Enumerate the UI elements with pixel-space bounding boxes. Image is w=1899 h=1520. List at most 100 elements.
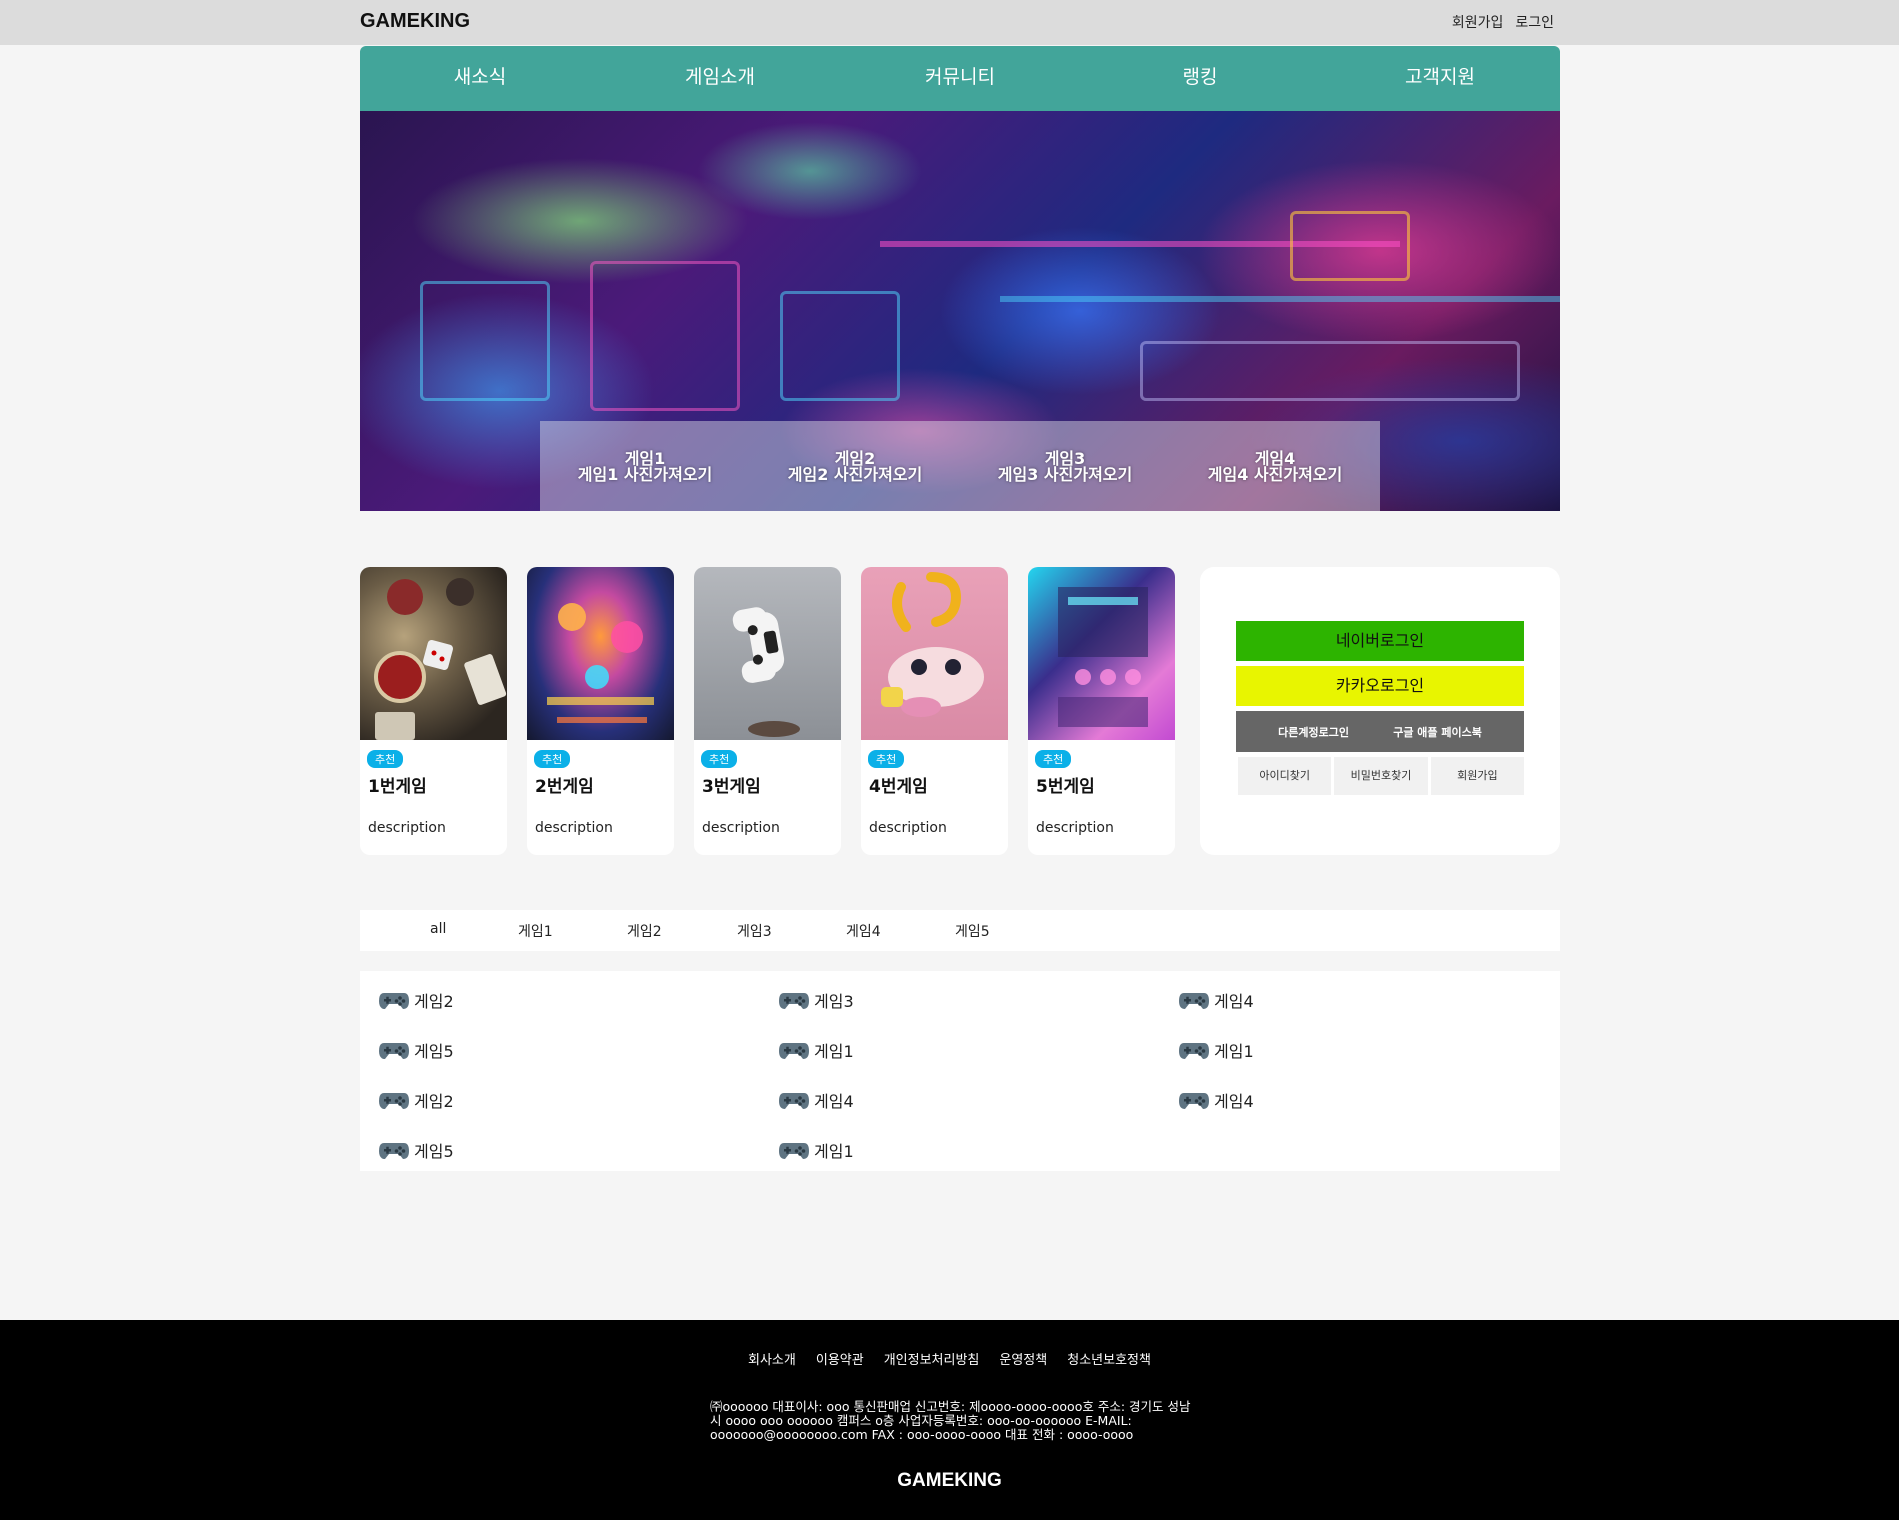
account-help-row: 아이디찾기 비밀번호찾기 회원가입 [1238,757,1524,795]
hero-caption[interactable]: 게임2 게임2 사진가져오기 [750,421,960,511]
list-item-label: 게임4 [1214,1092,1254,1111]
list-item-label: 게임1 [1214,1042,1254,1061]
list-item-label: 게임4 [1214,992,1254,1011]
hero-caption-sub: 게임2 사진가져오기 [787,465,923,484]
game-card-description: description [368,820,446,836]
hero-decoration [590,261,740,411]
list-item[interactable]: 게임1 [778,1038,854,1062]
gamepad-icon [779,1143,809,1159]
signup-button[interactable]: 회원가입 [1430,757,1524,795]
nav-item-news[interactable]: 새소식 [360,46,600,111]
top-bar: GAMEKING 회원가입 로그인 [0,0,1899,45]
social-login-button[interactable]: 구글 애플 페이스북 [1393,724,1482,740]
tab-all[interactable]: all [430,921,446,937]
tab-game5[interactable]: 게임5 [955,921,990,941]
nav-item-community[interactable]: 커뮤니티 [840,46,1080,111]
hero-decoration [780,291,900,401]
game-card-title: 4번게임 [869,777,928,797]
account-links: 회원가입 로그인 [1452,12,1554,32]
hero-decoration [420,281,550,401]
game-card-description: description [702,820,780,836]
hero-captions: 게임1 게임1 사진가져오기 게임2 게임2 사진가져오기 게임3 게임3 사진… [540,421,1380,511]
recommend-badge: 추천 [1035,750,1072,768]
game-card[interactable]: 추천 1번게임 description [360,567,507,855]
gamepad-icon [379,993,409,1009]
list-item[interactable]: 게임4 [778,1088,854,1112]
game-card-title: 2번게임 [535,777,594,797]
gamepad-icon [779,1093,809,1109]
tab-game2[interactable]: 게임2 [627,921,662,941]
recommend-badge: 추천 [534,750,571,768]
recommend-badge: 추천 [701,750,738,768]
list-item[interactable]: 게임3 [778,988,854,1012]
list-item[interactable]: 게임1 [1178,1038,1254,1062]
list-item[interactable]: 게임1 [778,1138,854,1162]
other-login-row: 다른계정로그인 구글 애플 페이스북 [1236,711,1524,752]
game-card-description: description [1036,820,1114,836]
game-card-title: 5번게임 [1036,777,1095,797]
signup-link[interactable]: 회원가입 [1452,12,1504,32]
list-item[interactable]: 게임4 [1178,1088,1254,1112]
game-card-image [360,567,507,740]
kakao-login-button[interactable]: 카카오로그인 [1236,666,1524,706]
game-card[interactable]: 추천 4번게임 description [861,567,1008,855]
list-item[interactable]: 게임2 [378,988,454,1012]
hero-caption-sub: 게임4 사진가져오기 [1207,465,1343,484]
other-account-login-button[interactable]: 다른계정로그인 [1278,724,1349,740]
tab-game1[interactable]: 게임1 [518,921,553,941]
list-item[interactable]: 게임5 [378,1038,454,1062]
list-item-label: 게임5 [414,1042,454,1061]
footer-link-terms[interactable]: 이용약관 [816,1349,864,1368]
game-card-title: 3번게임 [702,777,761,797]
hero-caption[interactable]: 게임1 게임1 사진가져오기 [540,421,750,511]
footer-links: 회사소개 이용약관 개인정보처리방침 운영정책 청소년보호정책 [0,1349,1899,1368]
gamepad-icon [1179,1043,1209,1059]
game-card[interactable]: 추천 3번게임 description [694,567,841,855]
game-card-image [861,567,1008,740]
footer-link-privacy[interactable]: 개인정보처리방침 [884,1349,980,1368]
nav-item-ranking[interactable]: 랭킹 [1080,46,1320,111]
tab-game3[interactable]: 게임3 [737,921,772,941]
arcade-panel-image [1058,587,1148,727]
gamepad-icon [1179,1093,1209,1109]
gamepad-icon [379,1043,409,1059]
game-card[interactable]: 추천 5번게임 description [1028,567,1175,855]
footer-link-about[interactable]: 회사소개 [748,1349,796,1368]
game-card-image [527,567,674,740]
list-item-label: 게임2 [414,1092,454,1111]
game-card[interactable]: 추천 2번게임 description [527,567,674,855]
list-item-label: 게임1 [814,1142,854,1161]
tab-game4[interactable]: 게임4 [846,921,881,941]
company-info: ㈜oooooo 대표이사: ooo 통신판매업 신고번호: 제oooo-oooo… [710,1399,1191,1442]
nav-item-support[interactable]: 고객지원 [1320,46,1560,111]
footer-logo: GAMEKING [897,1470,1002,1491]
game-list: 게임2 게임3 게임4 게임5 게임1 게임1 게임2 게임4 게임4 게임5 … [360,971,1560,1171]
footer: 회사소개 이용약관 개인정보처리방침 운영정책 청소년보호정책 ㈜oooooo … [0,1320,1899,1520]
gamepad-icon [379,1143,409,1159]
nav-item-games[interactable]: 게임소개 [600,46,840,111]
recommend-badge: 추천 [367,750,404,768]
hero-banner: 게임1 게임1 사진가져오기 게임2 게임2 사진가져오기 게임3 게임3 사진… [360,111,1560,511]
gamepad-icon [779,1043,809,1059]
footer-link-youth[interactable]: 청소년보호정책 [1067,1349,1151,1368]
naver-login-button[interactable]: 네이버로그인 [1236,621,1524,661]
hero-caption[interactable]: 게임3 게임3 사진가져오기 [960,421,1170,511]
pinball-image [547,603,654,723]
game-card-description: description [869,820,947,836]
toy-glasses-image [881,572,984,717]
game-card-image [694,567,841,740]
hero-caption-sub: 게임1 사진가져오기 [577,465,713,484]
list-item[interactable]: 게임5 [378,1138,454,1162]
site-logo[interactable]: GAMEKING [360,10,470,33]
gamepad-icon [1179,993,1209,1009]
hero-decoration [1000,296,1560,302]
find-password-button[interactable]: 비밀번호찾기 [1334,757,1428,795]
find-id-button[interactable]: 아이디찾기 [1238,757,1332,795]
footer-link-policy[interactable]: 운영정책 [999,1349,1047,1368]
hero-caption[interactable]: 게임4 게임4 사진가져오기 [1170,421,1380,511]
list-item-label: 게임1 [814,1042,854,1061]
login-link[interactable]: 로그인 [1515,12,1554,32]
list-item[interactable]: 게임2 [378,1088,454,1112]
login-panel: 네이버로그인 카카오로그인 다른계정로그인 구글 애플 페이스북 아이디찾기 비… [1200,567,1560,855]
list-item[interactable]: 게임4 [1178,988,1254,1012]
